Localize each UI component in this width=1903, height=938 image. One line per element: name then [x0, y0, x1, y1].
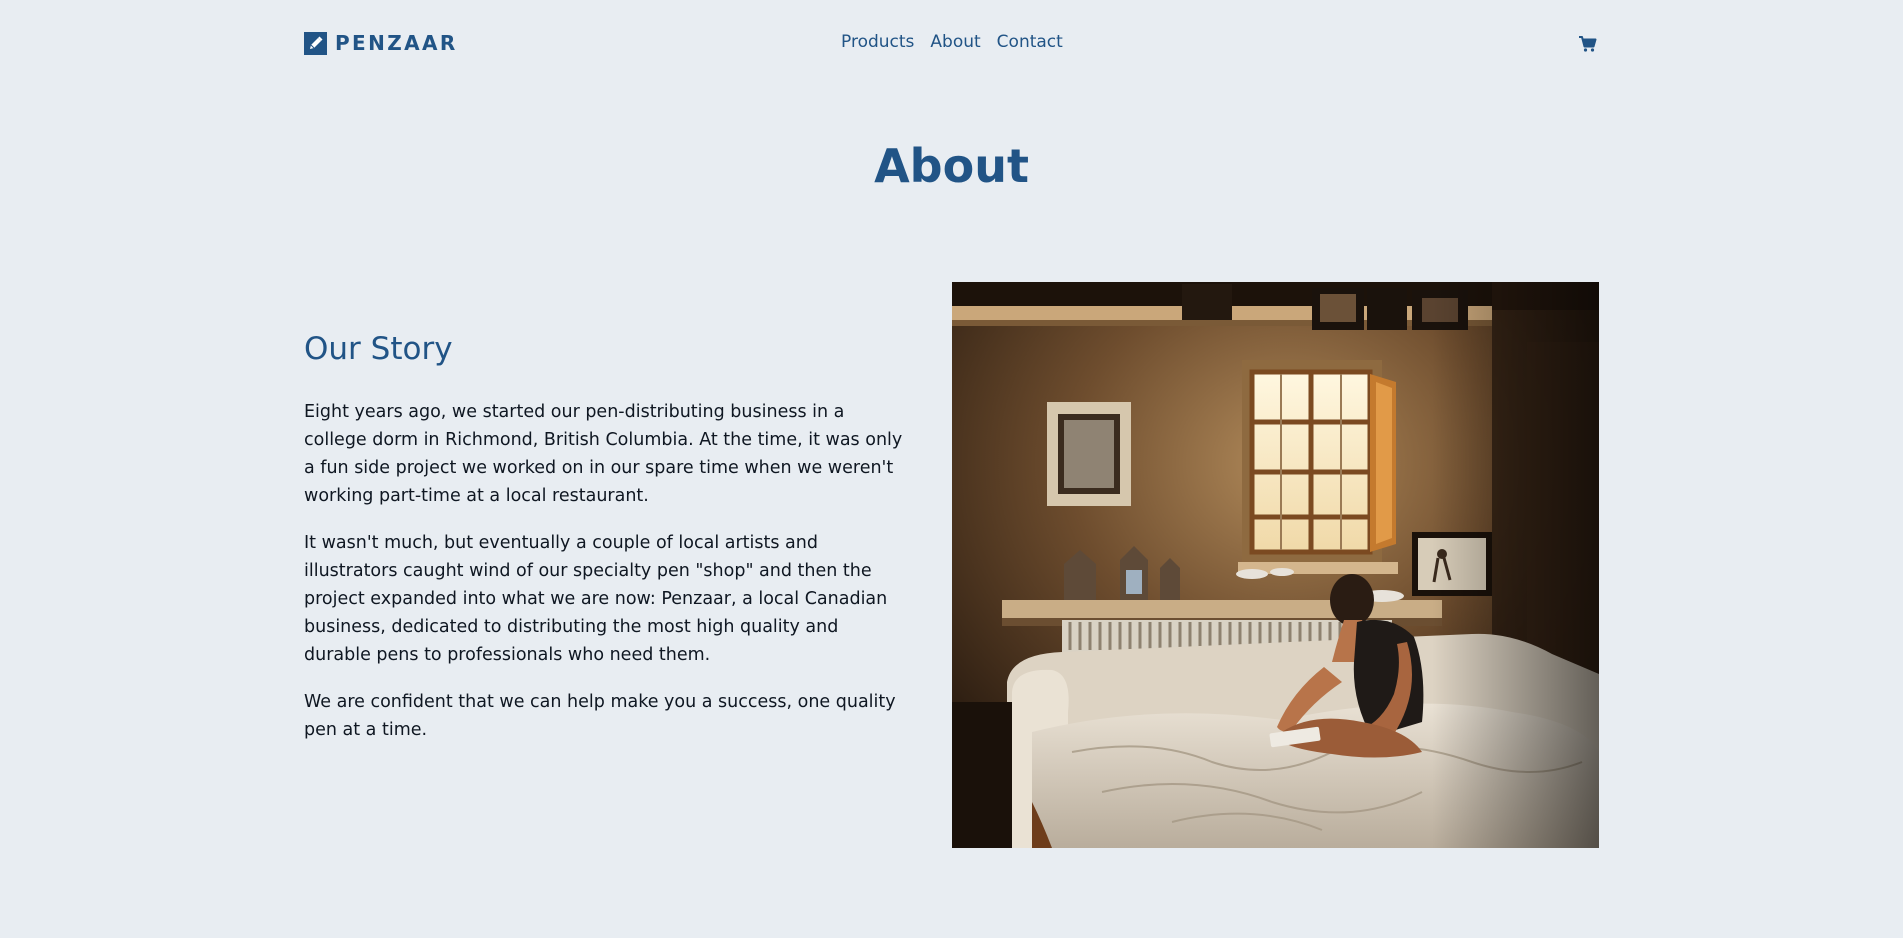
page-title: About: [874, 139, 1029, 193]
story-paragraph: We are confident that we can help make y…: [304, 692, 896, 740]
nav-products-link[interactable]: Products: [841, 32, 914, 52]
story-heading: Our Story: [304, 331, 453, 367]
story-paragraph: Eight years ago, we started our pen-dist…: [304, 402, 903, 506]
site-header: PENZAAR Products About Contact: [304, 30, 1598, 58]
pen-logo-icon: [304, 31, 327, 55]
about-page: PENZAAR Products About Contact About Our…: [0, 0, 1903, 938]
story-paragraph: It wasn't much, but eventually a couple …: [304, 533, 888, 665]
cart-button[interactable]: [1578, 34, 1598, 54]
main-nav: Products About Contact: [841, 32, 1063, 52]
nav-contact-link[interactable]: Contact: [997, 32, 1063, 52]
nav-about-link[interactable]: About: [930, 32, 980, 52]
about-photo: [952, 282, 1599, 848]
our-story-section: Our Story Eight years ago, we started ou…: [304, 326, 904, 763]
brand-name: PENZAAR: [335, 31, 458, 55]
cart-icon: [1579, 36, 1597, 52]
brand-link[interactable]: PENZAAR: [304, 31, 458, 55]
